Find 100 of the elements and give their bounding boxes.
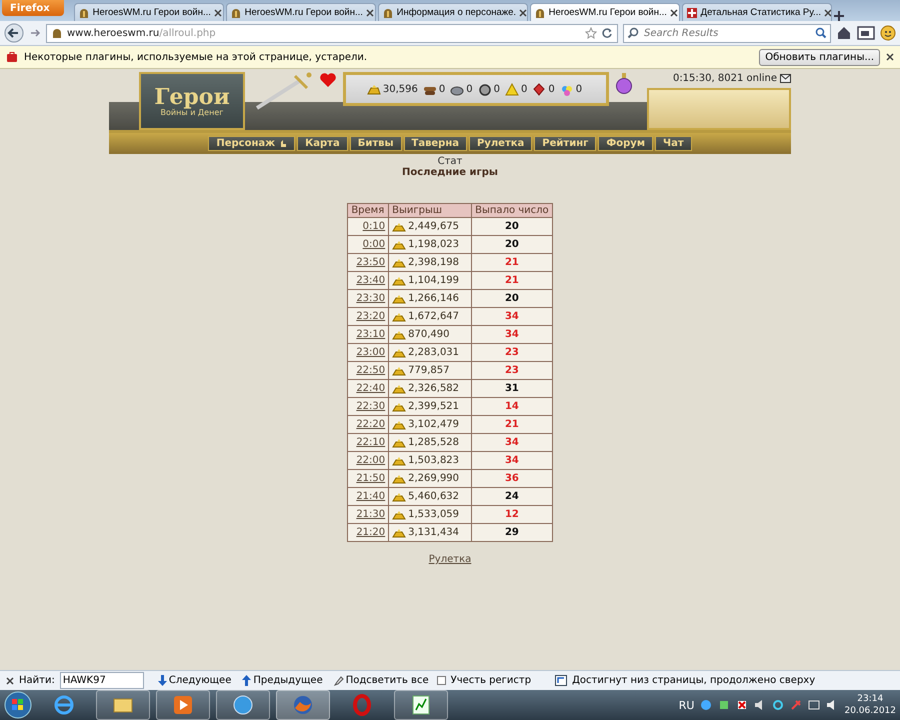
close-tab-icon[interactable] bbox=[214, 8, 222, 16]
home-icon[interactable] bbox=[836, 25, 852, 41]
coin-pile-icon bbox=[392, 402, 406, 412]
chart-document-icon[interactable] bbox=[410, 694, 432, 716]
update-plugins-button[interactable]: Обновить плагины... bbox=[759, 48, 880, 66]
window-icon[interactable] bbox=[857, 26, 875, 40]
coin-pile-icon bbox=[392, 222, 406, 232]
menu-button[interactable]: Рейтинг bbox=[534, 136, 596, 151]
column-header: Время bbox=[348, 204, 389, 218]
rolled-number: 21 bbox=[472, 416, 552, 434]
winnings-cell: 1,533,059 bbox=[392, 509, 468, 520]
coin-pile-icon bbox=[392, 384, 406, 394]
rolled-number: 23 bbox=[472, 344, 552, 362]
roulette-link[interactable]: Рулетка bbox=[428, 554, 472, 565]
ring-icon[interactable] bbox=[772, 699, 784, 711]
close-tab-icon[interactable] bbox=[670, 8, 678, 16]
winnings-cell: 2,398,198 bbox=[392, 257, 468, 268]
screen-icon[interactable] bbox=[808, 699, 820, 711]
menu-button[interactable]: Битвы bbox=[350, 136, 402, 151]
close-tab-icon[interactable] bbox=[519, 8, 527, 16]
wrap-around-icon bbox=[555, 675, 568, 686]
resource-amount: 0 bbox=[548, 84, 555, 94]
browser-e-icon[interactable] bbox=[53, 694, 75, 716]
sword-icon bbox=[253, 72, 313, 112]
address-bar[interactable]: www.heroeswm.ru/allroul.php bbox=[46, 24, 618, 42]
star-icon[interactable] bbox=[585, 27, 597, 39]
rolled-number: 21 bbox=[472, 254, 552, 272]
new-tab-icon[interactable] bbox=[834, 11, 844, 21]
rolled-number: 34 bbox=[472, 308, 552, 326]
winnings-cell: 3,102,479 bbox=[392, 419, 468, 430]
winnings-cell: 779,857 bbox=[392, 365, 468, 376]
language-indicator[interactable]: RU bbox=[678, 698, 694, 712]
menu-button[interactable]: Карта bbox=[297, 136, 348, 151]
menu-button[interactable]: Рулетка bbox=[469, 136, 532, 151]
browser-tab[interactable]: HeroesWM.ru Герои войн... bbox=[530, 3, 680, 21]
search-icon[interactable] bbox=[627, 26, 639, 38]
winnings-cell: 2,269,990 bbox=[392, 473, 468, 484]
clock[interactable]: 23:14 20.06.2012 bbox=[844, 693, 896, 717]
search-field[interactable]: Search Results bbox=[623, 24, 831, 42]
find-next-button[interactable]: Следующее bbox=[154, 675, 234, 686]
reload-icon[interactable] bbox=[601, 27, 613, 39]
smiley-icon[interactable] bbox=[880, 25, 896, 41]
page-title: Последние игры bbox=[402, 167, 498, 178]
find-field[interactable]: HAWK97 bbox=[60, 672, 144, 689]
winnings-cell: 1,198,023 bbox=[392, 239, 468, 250]
coin-pile-icon bbox=[366, 82, 381, 96]
section-label: Стат bbox=[438, 156, 462, 167]
coin-pile-icon bbox=[392, 294, 406, 304]
rolled-number: 29 bbox=[472, 524, 552, 542]
close-icon[interactable] bbox=[6, 676, 14, 684]
rolled-number: 34 bbox=[472, 452, 552, 470]
game-logo[interactable]: Герои Войны и Денег bbox=[139, 72, 245, 130]
resource-amount: 0 bbox=[438, 84, 446, 94]
triangle-heap-icon bbox=[505, 82, 519, 96]
coin-pile-icon bbox=[392, 240, 406, 250]
resource-amount: 0 bbox=[494, 84, 500, 94]
crystal-icon bbox=[532, 82, 546, 96]
start-orb-icon[interactable] bbox=[4, 691, 32, 719]
coin-pile-icon bbox=[392, 420, 406, 430]
potion-icon[interactable] bbox=[615, 72, 633, 94]
search-icon[interactable] bbox=[815, 26, 827, 38]
close-tab-icon[interactable] bbox=[366, 8, 374, 16]
coin-pile-icon bbox=[392, 258, 406, 268]
menu-button[interactable]: Таверна bbox=[404, 136, 467, 151]
rolled-number: 36 bbox=[472, 470, 552, 488]
browser-tab[interactable]: HeroesWM.ru Герои войн... bbox=[74, 3, 224, 21]
coin-pile-icon bbox=[392, 438, 406, 448]
down-arrow-icon bbox=[158, 675, 167, 686]
highlight-all-button[interactable]: Подсветить все bbox=[330, 675, 432, 686]
globe-icon[interactable] bbox=[232, 694, 254, 716]
close-icon[interactable] bbox=[886, 53, 894, 61]
coin-pile-icon bbox=[392, 348, 406, 358]
rolled-number: 24 bbox=[472, 488, 552, 506]
coin-pile-icon bbox=[392, 510, 406, 520]
match-case-label: Учесть регистр bbox=[450, 675, 532, 686]
coin-pile-icon bbox=[392, 528, 406, 538]
coin-pile-icon bbox=[392, 276, 406, 286]
close-tab-icon[interactable] bbox=[824, 8, 831, 16]
heart-icon[interactable] bbox=[319, 72, 337, 88]
play-icon[interactable] bbox=[172, 694, 194, 716]
marker-icon bbox=[334, 676, 344, 686]
mail-icon[interactable] bbox=[780, 74, 791, 82]
menu-button[interactable]: Форум bbox=[598, 136, 653, 151]
coin-pile-icon bbox=[392, 312, 406, 322]
browser-tab[interactable]: Информация о персонаже. bbox=[378, 3, 528, 21]
winnings-cell: 1,266,146 bbox=[392, 293, 468, 304]
winnings-cell: 1,285,528 bbox=[392, 437, 468, 448]
forward-arrow-icon[interactable] bbox=[29, 27, 41, 39]
find-label: Найти: bbox=[19, 675, 55, 686]
server-time: 0:15:30, 8021 online bbox=[672, 72, 777, 84]
column-header: Выпало число bbox=[472, 204, 552, 218]
menu-button[interactable]: Персонаж bbox=[208, 136, 296, 151]
coin-pile-icon bbox=[392, 492, 406, 502]
menu-button[interactable]: Чат bbox=[655, 136, 692, 151]
browser-tab[interactable]: HeroesWM.ru Герои войн... bbox=[226, 3, 376, 21]
resource-amount: 0 bbox=[466, 84, 473, 94]
find-previous-button[interactable]: Предыдущее bbox=[239, 675, 326, 686]
browser-tab[interactable]: Детальная Статистика Ру... bbox=[682, 3, 832, 21]
match-case-checkbox[interactable] bbox=[436, 676, 446, 685]
plugin-warning-icon bbox=[6, 51, 18, 63]
